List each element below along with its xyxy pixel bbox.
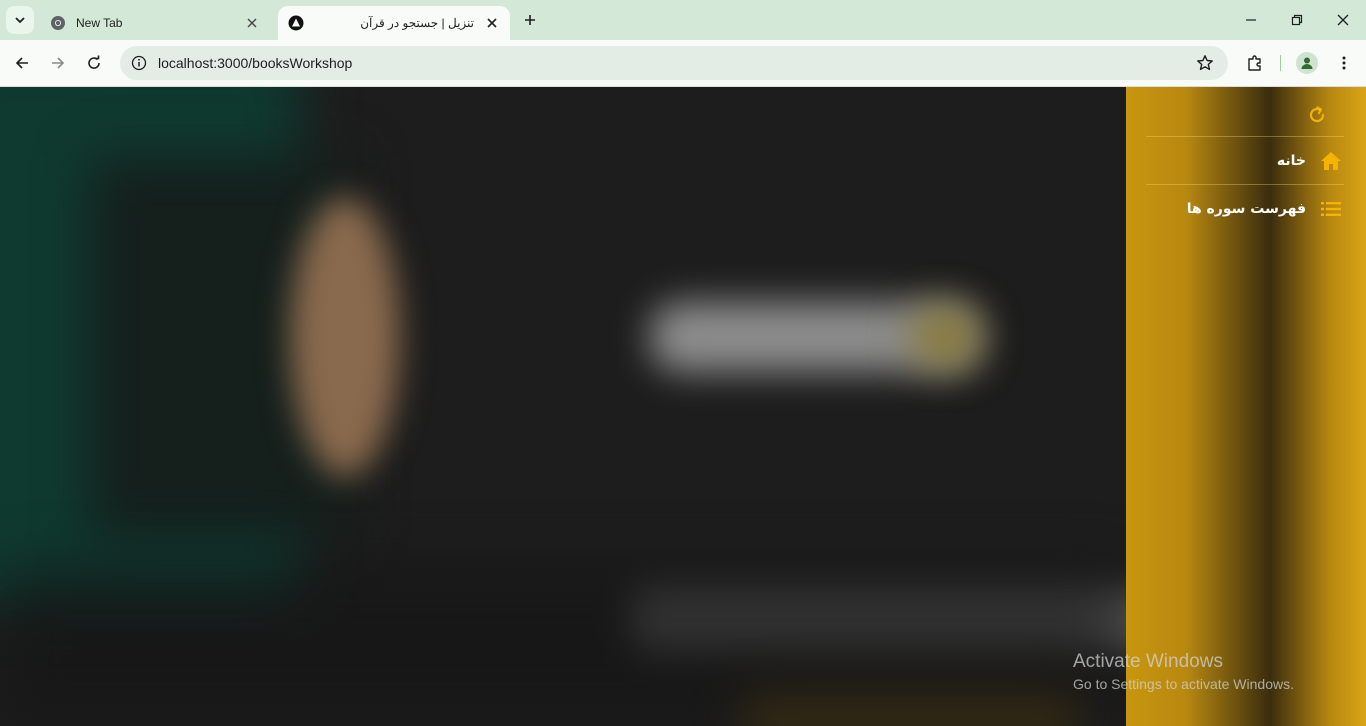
minimize-button[interactable] [1239,8,1263,32]
info-icon [131,55,147,71]
puzzle-icon [1248,55,1261,71]
list-icon [1318,196,1344,222]
extensions-button[interactable] [1243,51,1267,75]
tab-new-tab[interactable]: New Tab [40,6,270,40]
browser-toolbar: localhost:3000/booksWorkshop [0,40,1366,87]
tab-title: تنزیل | جستجو در قرآن [360,16,474,30]
refresh-button[interactable] [1306,104,1328,126]
profile-button[interactable] [1295,51,1319,75]
arrow-left-icon [15,57,28,69]
close-icon [1337,14,1349,26]
close-icon [247,18,257,28]
toolbar-divider [1280,55,1281,71]
chevron-down-icon [15,17,25,24]
close-icon [487,18,497,28]
watermark-title: Activate Windows [1073,651,1223,672]
refresh-icon [1309,106,1325,123]
backdrop-shape [290,197,400,477]
backdrop-shape [910,307,980,367]
bookmark-button[interactable] [1196,54,1214,76]
sidebar-item-label: فهرست سوره ها [1186,200,1306,217]
reload-button[interactable] [82,51,106,75]
tab-search-button[interactable] [6,6,34,34]
tanzil-favicon-icon [288,15,304,31]
minimize-icon [1246,19,1256,21]
plus-icon [525,15,535,25]
home-icon [1318,148,1344,174]
tab-title: New Tab [76,16,123,30]
close-tab-button[interactable] [244,15,260,31]
restore-button[interactable] [1285,8,1309,32]
arrow-right-icon [52,57,65,69]
tab-strip: New Tab تنزیل | جستجو در قرآن [0,0,1366,40]
watermark-subtitle: Go to Settings to activate Windows. [1073,676,1294,692]
backdrop-shape [0,567,1126,726]
sidebar-item-home[interactable]: خانه [1146,136,1344,184]
activate-windows-watermark: Activate Windows Go to Settings to activ… [1073,650,1294,694]
tab-tanzil[interactable]: تنزیل | جستجو در قرآن [278,6,510,40]
star-icon [1197,55,1213,71]
kebab-icon [1342,56,1346,70]
restore-icon [1291,14,1303,26]
close-window-button[interactable] [1331,8,1355,32]
address-bar[interactable]: localhost:3000/booksWorkshop [120,46,1228,80]
site-info-button[interactable] [122,55,156,71]
close-tab-button[interactable] [484,15,500,31]
reload-icon [88,55,100,69]
new-tab-button[interactable] [518,10,542,30]
person-icon [1301,57,1313,69]
sidebar-item-surah-list[interactable]: فهرست سوره ها [1146,184,1344,232]
page-content: خانه فهرست سوره ها [0,87,1366,726]
address-url[interactable]: localhost:3000/booksWorkshop [158,55,352,71]
blurred-backdrop [0,87,1126,726]
browser-menu-button[interactable] [1332,51,1356,75]
forward-button[interactable] [46,51,70,75]
side-menu: خانه فهرست سوره ها [1126,87,1366,726]
back-button[interactable] [10,51,34,75]
chrome-icon [51,16,65,30]
avatar [1296,52,1318,74]
sidebar-item-label: خانه [1276,152,1306,169]
